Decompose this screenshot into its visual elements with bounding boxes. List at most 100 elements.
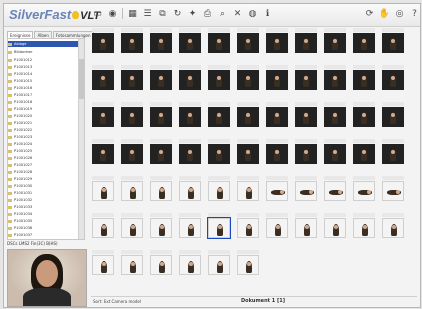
photo-thumbnail[interactable] <box>149 102 173 134</box>
photo-thumbnail[interactable] <box>236 250 260 282</box>
tree-item[interactable]: P1001029 <box>8 176 78 182</box>
photo-thumbnail[interactable] <box>294 102 318 134</box>
scan-icon[interactable]: ◍ <box>247 8 258 19</box>
tree-item[interactable]: P1001031 <box>8 190 78 196</box>
print-icon[interactable]: ⎙ <box>202 8 213 19</box>
tree-root[interactable]: Ablage <box>8 41 78 47</box>
photo-thumbnail[interactable] <box>236 176 260 208</box>
tree-item[interactable]: P1001027 <box>8 162 78 168</box>
photo-thumbnail[interactable] <box>120 139 144 171</box>
photo-thumbnail[interactable] <box>294 28 318 60</box>
tree-scrollbar[interactable] <box>78 39 84 239</box>
tree-item[interactable]: P1001026 <box>8 155 78 161</box>
tree-folder[interactable]: Bildordner <box>8 49 78 55</box>
list-icon[interactable]: ☰ <box>142 8 153 19</box>
filter-icon[interactable]: ⧉ <box>157 8 168 19</box>
photo-thumbnail[interactable] <box>91 102 115 134</box>
tree-item[interactable]: P1001023 <box>8 134 78 140</box>
tree-item[interactable]: P1001016 <box>8 85 78 91</box>
tree-item[interactable]: P1001036 <box>8 225 78 231</box>
photo-thumbnail[interactable] <box>178 102 202 134</box>
photo-thumbnail[interactable] <box>381 28 405 60</box>
rotate-icon[interactable]: ↻ <box>172 8 183 19</box>
photo-thumbnail[interactable] <box>352 139 376 171</box>
tree-item[interactable]: P1001032 <box>8 197 78 203</box>
scrollbar-thumb[interactable] <box>79 59 84 99</box>
photo-thumbnail[interactable] <box>120 213 144 245</box>
tree-item[interactable]: P1001022 <box>8 127 78 133</box>
photo-thumbnail[interactable] <box>178 65 202 97</box>
photo-thumbnail[interactable] <box>178 139 202 171</box>
photo-thumbnail[interactable] <box>149 28 173 60</box>
photo-thumbnail[interactable] <box>265 65 289 97</box>
photo-thumbnail[interactable] <box>294 176 318 208</box>
photo-thumbnail[interactable] <box>352 65 376 97</box>
photo-thumbnail[interactable] <box>294 65 318 97</box>
photo-thumbnail[interactable] <box>265 139 289 171</box>
tree-item[interactable]: P1001033 <box>8 204 78 210</box>
star-icon[interactable]: ✦ <box>187 8 198 19</box>
photo-thumbnail[interactable] <box>207 102 231 134</box>
photo-thumbnail[interactable] <box>91 28 115 60</box>
photo-thumbnail[interactable] <box>236 28 260 60</box>
photo-thumbnail[interactable] <box>381 176 405 208</box>
photo-thumbnail[interactable] <box>323 213 347 245</box>
photo-thumbnail[interactable] <box>178 213 202 245</box>
tree-item[interactable]: P1001021 <box>8 120 78 126</box>
photo-thumbnail[interactable] <box>323 139 347 171</box>
photo-thumbnail[interactable] <box>149 65 173 97</box>
tree-item[interactable]: P1001024 <box>8 141 78 147</box>
tree-item[interactable]: P1001018 <box>8 99 78 105</box>
photo-thumbnail[interactable] <box>178 176 202 208</box>
search-icon[interactable]: ⌕ <box>217 8 228 19</box>
photo-thumbnail[interactable] <box>323 102 347 134</box>
refresh-icon[interactable]: ⟳ <box>364 8 375 19</box>
tree-item[interactable]: P1001037 <box>8 232 78 238</box>
tree-item[interactable]: P1001020 <box>8 113 78 119</box>
tree-item[interactable]: P1001015 <box>8 78 78 84</box>
photo-thumbnail[interactable] <box>381 139 405 171</box>
photo-thumbnail[interactable] <box>265 213 289 245</box>
photo-thumbnail[interactable] <box>323 65 347 97</box>
photo-thumbnail[interactable] <box>120 28 144 60</box>
photo-thumbnail[interactable] <box>207 250 231 282</box>
photo-thumbnail[interactable] <box>265 28 289 60</box>
tree-item[interactable]: P1001012 <box>8 57 78 63</box>
photo-thumbnail[interactable] <box>265 102 289 134</box>
view-icon[interactable]: ▭ <box>92 8 103 19</box>
photo-thumbnail[interactable] <box>149 139 173 171</box>
tree-item[interactable]: P1001013 <box>8 64 78 70</box>
photo-thumbnail[interactable] <box>178 28 202 60</box>
grid-icon[interactable]: ▦ <box>127 8 138 19</box>
photo-thumbnail[interactable] <box>207 176 231 208</box>
photo-thumbnail[interactable] <box>178 250 202 282</box>
photo-thumbnail[interactable] <box>91 65 115 97</box>
photo-thumbnail[interactable] <box>120 65 144 97</box>
photo-thumbnail[interactable] <box>323 176 347 208</box>
photo-thumbnail[interactable] <box>120 176 144 208</box>
photo-thumbnail[interactable] <box>236 139 260 171</box>
photo-thumbnail[interactable] <box>352 102 376 134</box>
photo-thumbnail[interactable] <box>236 213 260 245</box>
photo-thumbnail[interactable] <box>91 139 115 171</box>
photo-thumbnail[interactable] <box>236 102 260 134</box>
photo-thumbnail[interactable] <box>294 139 318 171</box>
photo-thumbnail[interactable] <box>149 213 173 245</box>
photo-thumbnail[interactable] <box>149 250 173 282</box>
tree-item[interactable]: P1001028 <box>8 169 78 175</box>
photo-thumbnail[interactable] <box>236 65 260 97</box>
photo-thumbnail[interactable] <box>352 28 376 60</box>
photo-thumbnail[interactable] <box>120 102 144 134</box>
photo-thumbnail[interactable] <box>207 213 231 245</box>
photo-thumbnail[interactable] <box>381 65 405 97</box>
tree-item[interactable]: P1001017 <box>8 92 78 98</box>
photo-thumbnail[interactable] <box>91 213 115 245</box>
photo-thumbnail[interactable] <box>207 28 231 60</box>
photo-thumbnail[interactable] <box>149 176 173 208</box>
photo-thumbnail[interactable] <box>323 28 347 60</box>
info-icon[interactable]: ℹ <box>262 8 273 19</box>
photo-thumbnail[interactable] <box>381 213 405 245</box>
eye-icon[interactable]: ◎ <box>394 8 405 19</box>
photo-thumbnail[interactable] <box>91 176 115 208</box>
delete-icon[interactable]: ✕ <box>232 8 243 19</box>
